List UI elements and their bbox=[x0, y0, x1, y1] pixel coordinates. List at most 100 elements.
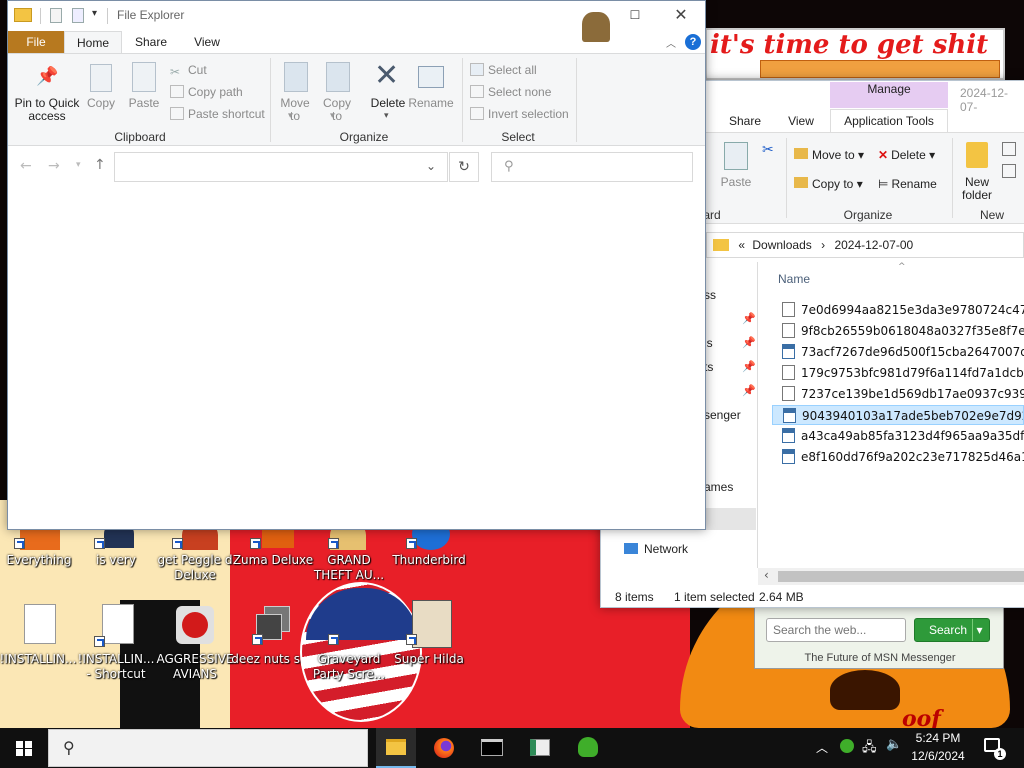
desktop-icon-aggressive[interactable]: AGGRESSIVE AVIANS bbox=[153, 652, 237, 682]
refresh-button[interactable]: ↻ bbox=[449, 152, 479, 182]
delete-button[interactable]: Delete bbox=[366, 97, 410, 110]
back-address-bar[interactable]: « Downloads › 2024-12-07-00 bbox=[706, 232, 1024, 258]
tab-application-tools[interactable]: Application Tools bbox=[830, 109, 948, 132]
taskbar-search-box[interactable]: ⚲ bbox=[48, 729, 368, 767]
select-all-button[interactable]: Select all bbox=[470, 63, 537, 77]
forward-arrow-icon[interactable]: → bbox=[48, 158, 60, 174]
taskbar-app[interactable] bbox=[520, 728, 560, 768]
super-hilda-icon[interactable] bbox=[412, 600, 452, 648]
desktop-icon-thunderbird[interactable]: Thunderbird bbox=[387, 553, 471, 568]
copy-to-button[interactable]: Copy to bbox=[320, 97, 354, 123]
chevron-up-icon[interactable]: ︿ bbox=[666, 35, 676, 50]
file-list-item[interactable]: 9f8cb26559b0618048a0327f35e8f7e92e66... bbox=[772, 321, 1024, 341]
properties-qat-icon[interactable] bbox=[50, 8, 62, 23]
paste-button-back[interactable]: Paste bbox=[716, 176, 756, 189]
rename-button[interactable]: Rename bbox=[408, 97, 454, 110]
address-bar[interactable] bbox=[114, 152, 448, 182]
file-list-area-front[interactable] bbox=[8, 190, 705, 529]
file-list-item[interactable]: 7e0d6994aa8215e3da3e9780724c4727828... bbox=[772, 300, 1024, 320]
tab-share-back[interactable]: Share bbox=[720, 110, 770, 132]
recent-locations-icon[interactable]: ▾ bbox=[76, 160, 81, 170]
document-icon[interactable] bbox=[102, 604, 134, 644]
desktop-icon-zuma[interactable]: Zuma Deluxe bbox=[231, 553, 315, 568]
taskbar-terminal[interactable] bbox=[472, 728, 512, 768]
tab-view[interactable]: View bbox=[184, 31, 230, 53]
file-list-item[interactable]: 9043940103a17ade5beb702e9e7d9273842... bbox=[772, 405, 1024, 425]
volume-tray-icon[interactable]: 🔈 bbox=[886, 737, 902, 752]
taskbar-firefox[interactable] bbox=[424, 728, 464, 768]
chevron-right-icon: › bbox=[821, 238, 826, 252]
pin-to-quick-access-button[interactable]: Pin to Quick access bbox=[12, 97, 82, 123]
rename-button-back[interactable]: ⊨ Rename bbox=[878, 177, 937, 191]
file-list-item[interactable]: 7237ce139be1d569db17ae0937c9391caf9... bbox=[772, 384, 1024, 404]
msn-search-button[interactable]: Search ▾ bbox=[914, 618, 990, 642]
new-folder-icon[interactable] bbox=[966, 142, 988, 168]
properties-icon[interactable] bbox=[1002, 142, 1016, 156]
horizontal-scrollbar[interactable]: ‹ bbox=[758, 568, 1024, 585]
back-arrow-icon[interactable]: ← bbox=[20, 158, 32, 174]
start-button[interactable] bbox=[0, 728, 48, 768]
chevron-up-icon[interactable]: ︿ bbox=[816, 739, 828, 756]
desktop-icon-hilda[interactable]: Super Hilda bbox=[387, 652, 471, 667]
taskbar-file-explorer[interactable] bbox=[376, 728, 416, 768]
copy-path-button[interactable]: Copy path bbox=[170, 85, 243, 99]
maximize-button[interactable]: ☐ bbox=[620, 2, 650, 28]
copy-to-button-back[interactable]: Copy to ▾ bbox=[794, 177, 863, 191]
paste-shortcut-icon bbox=[170, 107, 184, 120]
tab-share[interactable]: Share bbox=[126, 31, 176, 53]
msn-tray-icon[interactable] bbox=[840, 739, 854, 753]
taskbar-msn[interactable] bbox=[568, 728, 608, 768]
chevron-left-icon[interactable]: ‹ bbox=[764, 568, 769, 582]
nav-fragment[interactable]: senger bbox=[704, 408, 741, 422]
column-header-name[interactable]: Name bbox=[778, 272, 810, 286]
desktop-icon-isvery[interactable]: is very bbox=[74, 553, 158, 568]
delete-button-back[interactable]: ✕ Delete ▾ bbox=[878, 148, 935, 162]
breadcrumb-downloads[interactable]: Downloads bbox=[752, 238, 811, 252]
search-box[interactable]: ⚲ bbox=[491, 152, 693, 182]
help-icon[interactable]: ? bbox=[685, 34, 701, 50]
scissors-icon[interactable]: ✂ bbox=[762, 142, 774, 158]
select-none-button[interactable]: Select none bbox=[470, 85, 551, 99]
breadcrumb-folder[interactable]: 2024-12-07-00 bbox=[834, 238, 913, 252]
desktop-icon-graveyard[interactable]: Graveyard Party Scre... bbox=[307, 652, 391, 682]
scrollbar-thumb[interactable] bbox=[778, 571, 1024, 582]
chevron-down-icon[interactable]: ⌄ bbox=[426, 159, 436, 173]
clock-time[interactable]: 5:24 PM bbox=[906, 731, 970, 745]
nav-network[interactable]: Network bbox=[624, 542, 688, 556]
desktop-icon-peggle[interactable]: get Peggle d Deluxe bbox=[153, 553, 237, 583]
tab-view-back[interactable]: View bbox=[780, 110, 822, 132]
tab-file[interactable]: File bbox=[8, 31, 64, 53]
file-name: 73acf7267de96d500f15cba2647007d48bfc... bbox=[801, 345, 1024, 359]
file-list-item[interactable]: a43ca49ab85fa3123d4f965aa9a35dfc37dc... bbox=[772, 426, 1024, 446]
desktop-icon-installing2[interactable]: !INSTALLIN... - Shortcut bbox=[74, 652, 158, 682]
cut-button[interactable]: ✂ Cut bbox=[170, 63, 207, 79]
explorer-app-icon[interactable] bbox=[14, 8, 32, 22]
move-to-button[interactable]: Move to bbox=[278, 97, 312, 123]
file-list-item[interactable]: 73acf7267de96d500f15cba2647007d48bfc... bbox=[772, 342, 1024, 362]
folder-icon bbox=[713, 239, 729, 251]
copy-button[interactable]: Copy bbox=[84, 97, 118, 110]
paste-shortcut-button[interactable]: Paste shortcut bbox=[170, 107, 265, 121]
customize-qat-icon[interactable]: ▾ bbox=[92, 8, 97, 19]
tab-home[interactable]: Home bbox=[64, 31, 122, 54]
new-folder-qat-icon[interactable] bbox=[72, 8, 84, 23]
tab-manage[interactable]: Manage bbox=[830, 82, 948, 108]
msn-search-input[interactable] bbox=[766, 618, 906, 642]
clock-date[interactable]: 12/6/2024 bbox=[906, 749, 970, 763]
document-icon[interactable] bbox=[24, 604, 56, 644]
desktop-icon-gta[interactable]: GRAND THEFT AU... bbox=[307, 553, 391, 583]
file-list-item[interactable]: 179c9753bfc981d79f6a114fd7a1dcb97e25... bbox=[772, 363, 1024, 383]
desktop-icon-installing1[interactable]: !INSTALLIN... bbox=[0, 652, 80, 667]
invert-selection-button[interactable]: Invert selection bbox=[470, 107, 569, 121]
properties-icon-2[interactable] bbox=[1002, 164, 1016, 178]
new-folder-button[interactable]: New folder bbox=[958, 176, 996, 202]
up-arrow-icon[interactable]: ↑ bbox=[94, 157, 106, 173]
desktop-icon-everything[interactable]: Everything bbox=[0, 553, 81, 568]
nav-fragment[interactable]: ames bbox=[704, 480, 733, 494]
paste-button[interactable]: Paste bbox=[124, 97, 164, 110]
angry-bird-icon[interactable] bbox=[176, 606, 214, 644]
close-button[interactable]: ✕ bbox=[666, 2, 696, 28]
move-to-button-back[interactable]: Move to ▾ bbox=[794, 148, 864, 162]
network-tray-icon[interactable]: 🖧 bbox=[862, 738, 877, 760]
file-list-item[interactable]: e8f160dd76f9a202c23e717825d46a11708d... bbox=[772, 447, 1024, 467]
